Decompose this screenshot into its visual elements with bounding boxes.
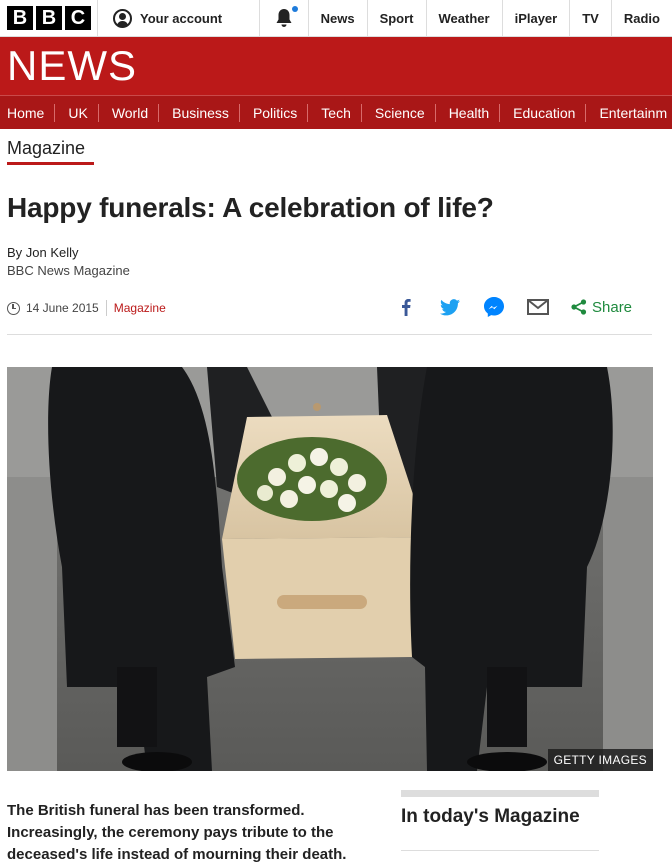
meta-divider-rule bbox=[7, 334, 652, 335]
news-banner: NEWS bbox=[0, 37, 672, 95]
user-icon bbox=[113, 8, 133, 28]
topnav-news[interactable]: News bbox=[309, 0, 368, 36]
author-role: BBC News Magazine bbox=[7, 263, 130, 278]
share-tools: Share bbox=[395, 296, 632, 318]
share-label: Share bbox=[592, 298, 633, 316]
nav-home[interactable]: Home bbox=[0, 103, 56, 122]
nav-health[interactable]: Health bbox=[442, 103, 501, 122]
topnav-iplayer[interactable]: iPlayer bbox=[503, 0, 571, 36]
bbc-logo[interactable]: B B C bbox=[0, 0, 99, 36]
funeral-coffin-photo bbox=[7, 367, 653, 771]
email-icon bbox=[527, 299, 549, 315]
nav-education[interactable]: Education bbox=[506, 103, 587, 122]
account-label: Your account bbox=[140, 10, 223, 26]
topnav-weather[interactable]: Weather bbox=[427, 0, 503, 36]
notification-dot bbox=[291, 6, 298, 12]
author-name: By Jon Kelly bbox=[7, 245, 79, 260]
article-meta: 14 June 2015 Magazine bbox=[7, 300, 166, 316]
nav-tech[interactable]: Tech bbox=[314, 103, 362, 122]
topnav-sport[interactable]: Sport bbox=[368, 0, 427, 36]
section-title[interactable]: Magazine bbox=[7, 138, 85, 159]
top-bar: B B C Your account News Sport Weather iP… bbox=[0, 0, 672, 37]
nav-world[interactable]: World bbox=[105, 103, 160, 122]
article-summary: The British funeral has been transformed… bbox=[7, 802, 347, 863]
your-account-link[interactable]: Your account bbox=[98, 0, 261, 36]
notifications-button[interactable] bbox=[260, 0, 309, 36]
nav-science[interactable]: Science bbox=[368, 103, 436, 122]
share-button[interactable]: Share bbox=[571, 299, 632, 316]
nav-entertainment[interactable]: Entertainm bbox=[592, 104, 672, 122]
twitter-icon bbox=[440, 298, 460, 315]
article-tag-link[interactable]: Magazine bbox=[114, 301, 166, 315]
nav-business[interactable]: Business bbox=[165, 103, 240, 122]
facebook-share-button[interactable] bbox=[395, 296, 417, 318]
clock-icon bbox=[7, 301, 20, 315]
bbc-logo-letter: B bbox=[7, 6, 33, 30]
image-credit: GETTY IMAGES bbox=[547, 749, 653, 771]
bbc-logo-letter: C bbox=[65, 6, 91, 30]
article-date: 14 June 2015 bbox=[26, 301, 99, 315]
news-wordmark[interactable]: NEWS bbox=[7, 44, 137, 88]
main-nav: Home UK World Business Politics Tech Sci… bbox=[0, 95, 672, 129]
facebook-icon bbox=[402, 299, 411, 316]
bell-icon bbox=[276, 9, 292, 27]
messenger-share-button[interactable] bbox=[483, 296, 505, 318]
article-headline: Happy funerals: A celebration of life? bbox=[7, 192, 494, 223]
email-share-button[interactable] bbox=[527, 296, 549, 318]
nav-uk[interactable]: UK bbox=[61, 103, 99, 122]
topnav-radio[interactable]: Radio bbox=[612, 0, 672, 36]
share-icon bbox=[571, 299, 587, 315]
article-image: GETTY IMAGES bbox=[7, 367, 653, 771]
nav-politics[interactable]: Politics bbox=[246, 103, 309, 122]
sidebar-rule bbox=[401, 850, 599, 851]
top-nav: News Sport Weather iPlayer TV Radio bbox=[309, 0, 672, 36]
topnav-tv[interactable]: TV bbox=[570, 0, 612, 36]
byline: By Jon Kelly BBC News Magazine bbox=[7, 244, 130, 280]
meta-divider bbox=[105, 300, 107, 316]
bbc-logo-letter: B bbox=[36, 6, 62, 30]
twitter-share-button[interactable] bbox=[439, 296, 461, 318]
section-underline bbox=[7, 162, 94, 165]
sidebar-heading: In today's Magazine bbox=[401, 790, 599, 828]
messenger-icon bbox=[484, 297, 504, 317]
